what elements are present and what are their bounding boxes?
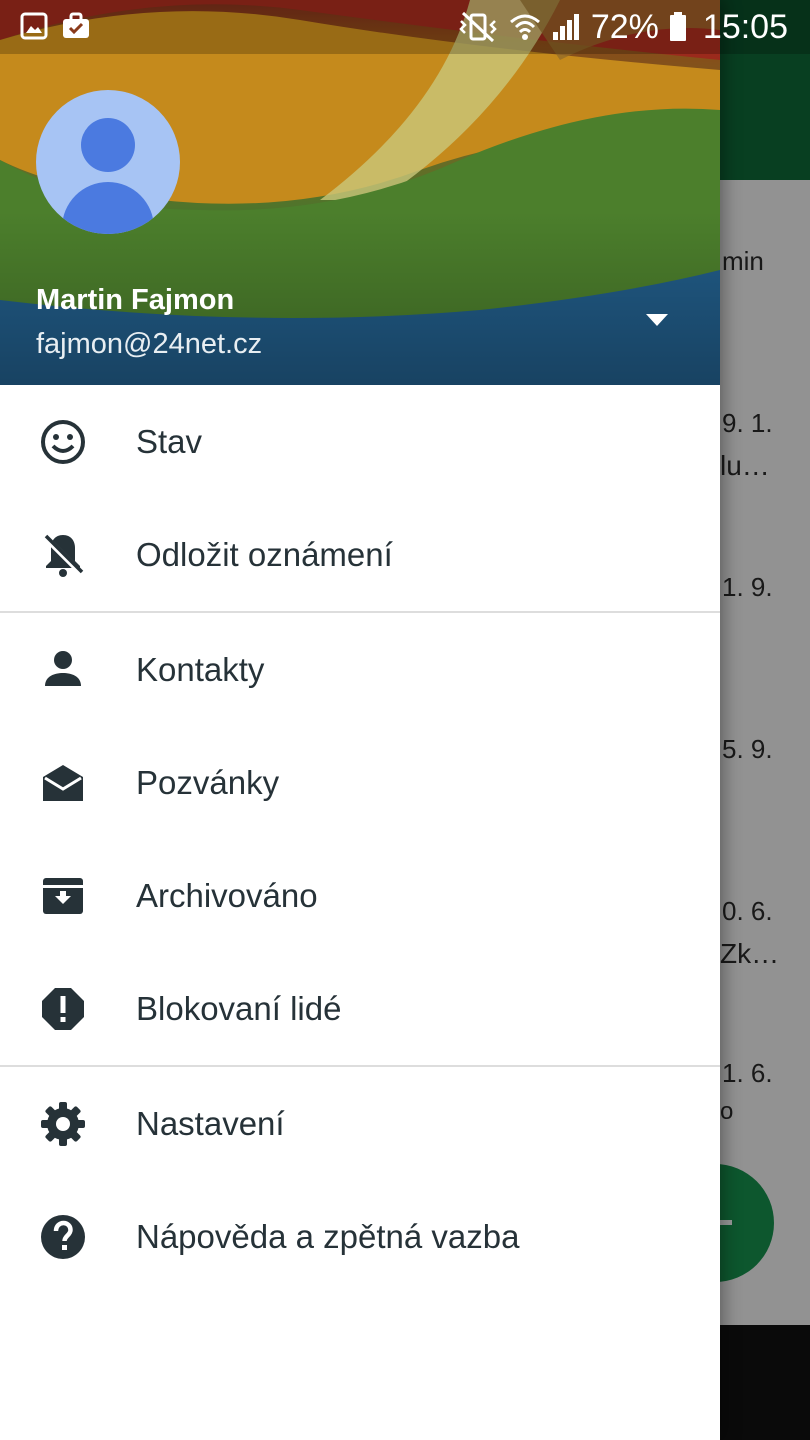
bell-off-icon <box>38 530 88 580</box>
work-notification-icon <box>62 12 90 40</box>
account-email: fajmon@24net.cz <box>36 328 263 360</box>
menu-item-blocked-people[interactable]: Blokovaní lidé <box>0 952 720 1065</box>
vibrate-mute-icon <box>457 11 499 43</box>
menu-item-label: Stav <box>136 422 203 460</box>
navigation-drawer: Martin Fajmon fajmon@24net.cz Stav Odlož… <box>0 0 720 1440</box>
menu-item-help-feedback[interactable]: Nápověda a zpětná vazba <box>0 1180 720 1293</box>
account-switcher-dropdown[interactable] <box>634 300 680 340</box>
menu-item-snooze-notifications[interactable]: Odložit oznámení <box>0 498 720 611</box>
gallery-notification-icon <box>20 12 48 40</box>
menu-item-label: Nastavení <box>136 1104 285 1142</box>
chevron-down-icon <box>646 314 668 326</box>
status-bar: 72% 15:05 <box>0 0 810 54</box>
menu-item-label: Nápověda a zpětná vazba <box>136 1217 520 1255</box>
account-avatar[interactable] <box>36 90 180 234</box>
blocked-alert-icon <box>38 984 88 1034</box>
menu-item-status[interactable]: Stav <box>0 385 720 498</box>
help-icon <box>38 1212 88 1262</box>
menu-item-label: Kontakty <box>136 650 265 688</box>
drawer-menu: Stav Odložit oznámení Kontakty Pozvánky <box>0 385 720 1293</box>
smiley-icon <box>38 417 88 467</box>
menu-item-contacts[interactable]: Kontakty <box>0 613 720 726</box>
drafts-envelope-icon <box>38 758 88 808</box>
account-name: Martin Fajmon <box>36 284 235 316</box>
battery-icon <box>669 12 687 42</box>
menu-item-label: Archivováno <box>136 876 318 914</box>
person-icon <box>38 645 88 695</box>
wifi-icon <box>509 12 541 42</box>
menu-item-label: Pozvánky <box>136 763 280 801</box>
battery-percent: 72% <box>590 7 659 46</box>
signal-icon <box>551 12 581 42</box>
archive-icon <box>38 871 88 921</box>
menu-item-label: Odložit oznámení <box>136 535 393 573</box>
menu-item-archived[interactable]: Archivováno <box>0 839 720 952</box>
drawer-header: Martin Fajmon fajmon@24net.cz <box>0 0 720 385</box>
gear-icon <box>38 1099 88 1149</box>
clock: 15:05 <box>702 7 788 46</box>
menu-item-invites[interactable]: Pozvánky <box>0 726 720 839</box>
menu-item-settings[interactable]: Nastavení <box>0 1067 720 1180</box>
menu-item-label: Blokovaní lidé <box>136 989 342 1027</box>
